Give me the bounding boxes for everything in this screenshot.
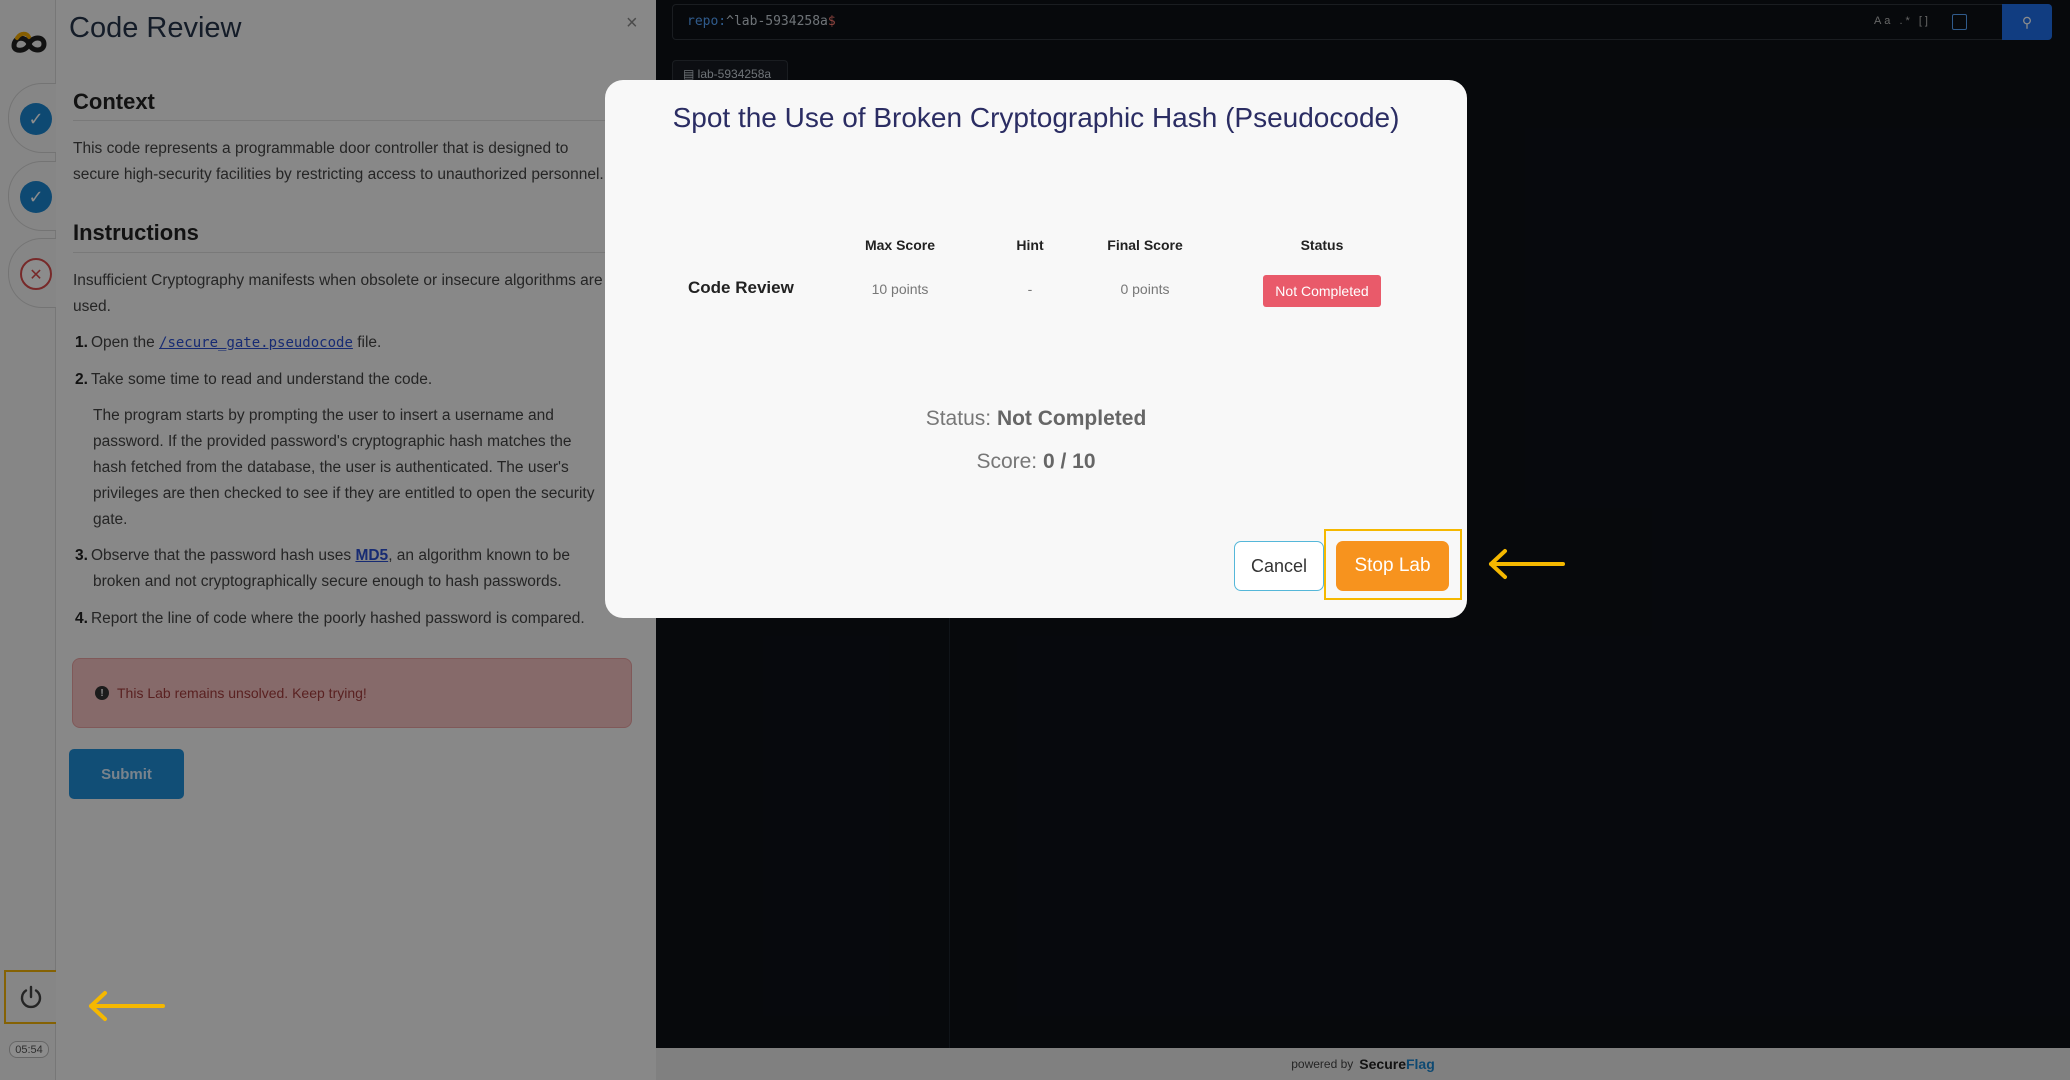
dialog-title: Spot the Use of Broken Cryptographic Has…	[672, 102, 1400, 133]
arrow-left-icon	[1489, 549, 1565, 579]
cancel-button[interactable]: Cancel	[1234, 541, 1324, 591]
score-summary: Score: 0 / 10	[976, 450, 1096, 473]
max-score-value: 10 points	[871, 281, 929, 297]
row-label: Code Review	[688, 278, 794, 297]
arrow-left-icon	[89, 991, 165, 1021]
col-header-hint: Hint	[1016, 237, 1044, 253]
col-header-max-score: Max Score	[864, 237, 936, 253]
hint-value: -	[1027, 281, 1033, 297]
final-score-value: 0 points	[1120, 281, 1170, 297]
col-header-final-score: Final Score	[1107, 237, 1183, 253]
status-badge: Not Completed	[1263, 275, 1381, 307]
col-header-status: Status	[1300, 237, 1344, 253]
status-summary: Status: Not Completed	[925, 407, 1147, 430]
stop-lab-button[interactable]: Stop Lab	[1336, 541, 1449, 591]
